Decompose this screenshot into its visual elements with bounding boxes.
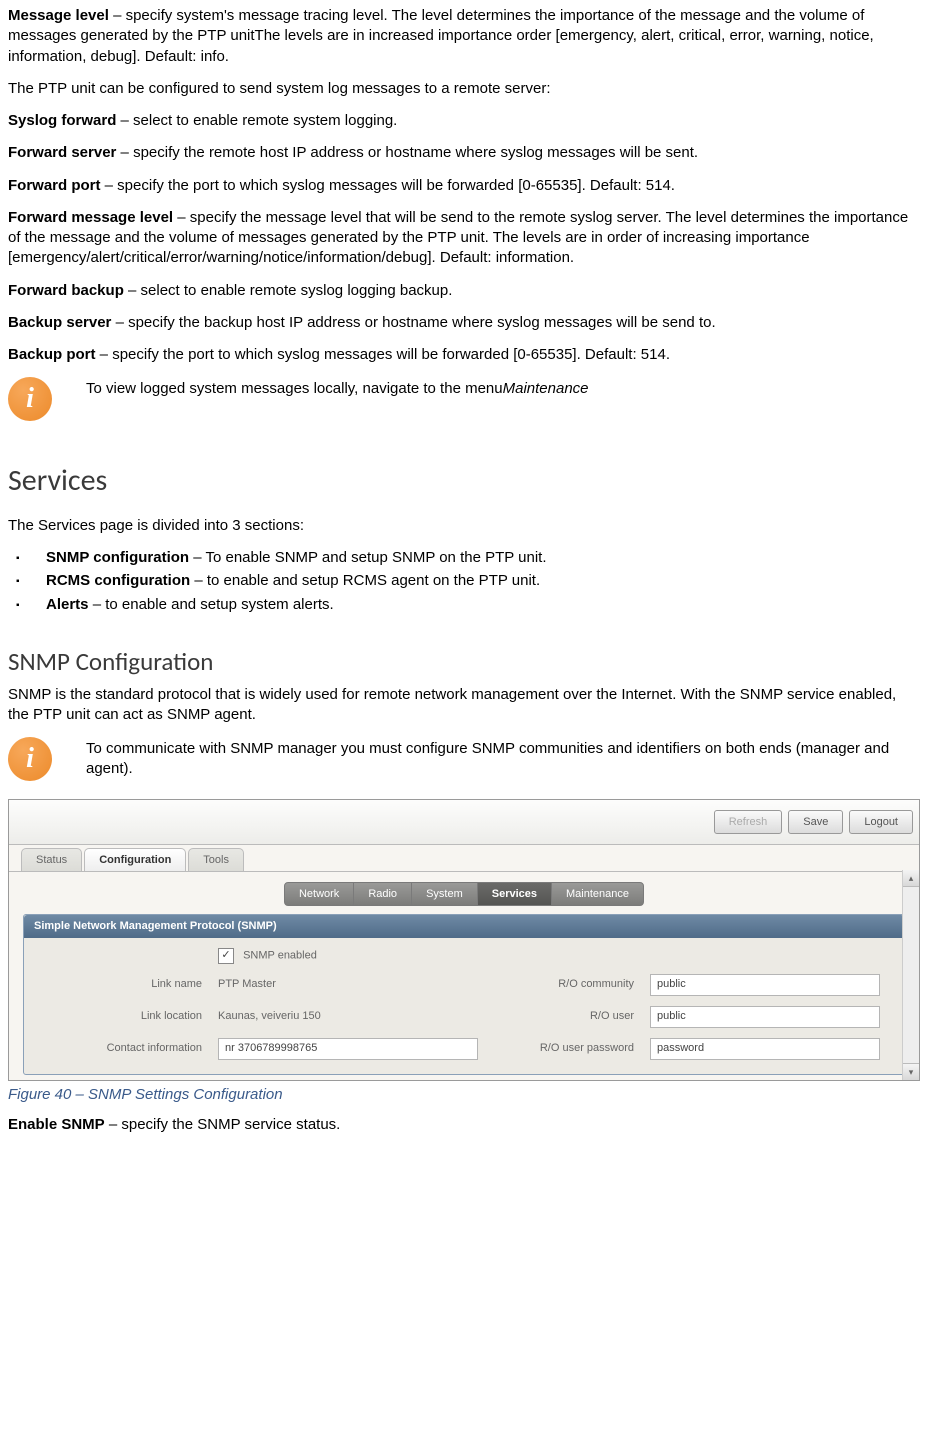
label-forward-server: Forward server <box>8 144 116 161</box>
services-intro: The Services page is divided into 3 sect… <box>8 516 920 536</box>
info-text-maintenance: To view logged system messages locally, … <box>86 377 920 399</box>
scrollbar[interactable]: ▴ ▾ <box>902 870 919 1080</box>
label-forward-port: Forward port <box>8 177 101 194</box>
para-enable-snmp: Enable SNMP – specify the SNMP service s… <box>8 1115 920 1135</box>
input-ro-user[interactable]: public <box>650 1006 880 1028</box>
subtab-services[interactable]: Services <box>477 882 552 906</box>
bullet-text-alerts: – to enable and setup system alerts. <box>89 596 334 613</box>
label-link-name: Link name <box>42 977 202 992</box>
value-link-name: PTP Master <box>218 977 478 992</box>
info-icon: i <box>8 737 52 781</box>
snmp-intro: SNMP is the standard protocol that is wi… <box>8 685 920 726</box>
text-backup-port: – specify the port to which syslog messa… <box>96 346 670 363</box>
para-forward-server: Forward server – specify the remote host… <box>8 143 920 163</box>
tab-status[interactable]: Status <box>21 848 82 871</box>
heading-services: Services <box>8 461 920 502</box>
input-ro-community[interactable]: public <box>650 974 880 996</box>
label-forward-backup: Forward backup <box>8 282 124 299</box>
bullet-text-rcms: – to enable and setup RCMS agent on the … <box>190 572 540 589</box>
tab-configuration[interactable]: Configuration <box>84 848 186 871</box>
label-ro-user-password: R/O user password <box>494 1041 634 1056</box>
snmp-enabled-row: ✓ SNMP enabled <box>218 948 478 964</box>
para-message-level: Message level – specify system's message… <box>8 6 920 67</box>
label-ro-user: R/O user <box>494 1009 634 1024</box>
subtab-radio[interactable]: Radio <box>353 882 412 906</box>
panel-body: ✓ SNMP enabled Link name PTP Master R/O … <box>24 938 904 1074</box>
label-link-location: Link location <box>42 1009 202 1024</box>
services-list: SNMP configuration – To enable SNMP and … <box>8 548 920 615</box>
list-item: Alerts – to enable and setup system aler… <box>8 595 920 615</box>
para-forward-backup: Forward backup – select to enable remote… <box>8 281 920 301</box>
para-intro-remote: The PTP unit can be configured to send s… <box>8 79 920 99</box>
snmp-enabled-label: SNMP enabled <box>243 949 317 961</box>
sub-tabs: Network Radio System Services Maintenanc… <box>9 872 919 914</box>
save-button[interactable]: Save <box>788 810 843 834</box>
bullet-text-snmp: – To enable SNMP and setup SNMP on the P… <box>189 549 546 566</box>
info-text-snmp: To communicate with SNMP manager you mus… <box>86 737 920 780</box>
list-item: SNMP configuration – To enable SNMP and … <box>8 548 920 568</box>
subtab-network[interactable]: Network <box>284 882 354 906</box>
logout-button[interactable]: Logout <box>849 810 913 834</box>
snmp-panel: Simple Network Management Protocol (SNMP… <box>23 914 905 1075</box>
label-contact-info: Contact information <box>42 1041 202 1056</box>
para-syslog-forward: Syslog forward – select to enable remote… <box>8 111 920 131</box>
para-backup-server: Backup server – specify the backup host … <box>8 313 920 333</box>
text-backup-server: – specify the backup host IP address or … <box>111 314 715 331</box>
info-pre: To view logged system messages locally, … <box>86 380 503 397</box>
subtab-system[interactable]: System <box>411 882 478 906</box>
info-block-snmp: i To communicate with SNMP manager you m… <box>8 737 920 781</box>
bullet-label-alerts: Alerts <box>46 596 89 613</box>
subtab-maintenance[interactable]: Maintenance <box>551 882 644 906</box>
para-forward-port: Forward port – specify the port to which… <box>8 176 920 196</box>
text-syslog-forward: – select to enable remote system logging… <box>116 112 397 129</box>
figure-caption: Figure 40 – SNMP Settings Configuration <box>8 1085 920 1105</box>
para-forward-msg-level: Forward message level – specify the mess… <box>8 208 920 269</box>
bullet-label-rcms: RCMS configuration <box>46 572 190 589</box>
tab-tools[interactable]: Tools <box>188 848 244 871</box>
toolbar: Refresh Save Logout <box>9 800 919 845</box>
panel-title: Simple Network Management Protocol (SNMP… <box>24 915 904 938</box>
text-forward-port: – specify the port to which syslog messa… <box>101 177 675 194</box>
label-enable-snmp: Enable SNMP <box>8 1116 105 1133</box>
info-icon: i <box>8 377 52 421</box>
text-forward-server: – specify the remote host IP address or … <box>116 144 698 161</box>
info-block-maintenance: i To view logged system messages locally… <box>8 377 920 421</box>
text-message-level: – specify system's message tracing level… <box>8 7 874 65</box>
input-contact-info[interactable]: nr 3706789998765 <box>218 1038 478 1060</box>
label-backup-port: Backup port <box>8 346 96 363</box>
heading-snmp-config: SNMP Configuration <box>8 645 920 679</box>
info-italic: Maintenance <box>503 380 589 397</box>
text-enable-snmp: – specify the SNMP service status. <box>105 1116 341 1133</box>
input-ro-user-password[interactable]: password <box>650 1038 880 1060</box>
bullet-label-snmp: SNMP configuration <box>46 549 189 566</box>
label-forward-msg-level: Forward message level <box>8 209 173 226</box>
form-grid: ✓ SNMP enabled Link name PTP Master R/O … <box>42 948 886 1060</box>
text-forward-backup: – select to enable remote syslog logging… <box>124 282 453 299</box>
label-syslog-forward: Syslog forward <box>8 112 116 129</box>
scroll-up-icon[interactable]: ▴ <box>903 870 919 887</box>
snmp-enabled-checkbox[interactable]: ✓ <box>218 948 234 964</box>
refresh-button[interactable]: Refresh <box>714 810 783 834</box>
value-link-location: Kaunas, veiveriu 150 <box>218 1009 478 1024</box>
label-message-level: Message level <box>8 7 109 24</box>
snmp-screenshot: Refresh Save Logout Status Configuration… <box>8 799 920 1081</box>
para-backup-port: Backup port – specify the port to which … <box>8 345 920 365</box>
scroll-down-icon[interactable]: ▾ <box>903 1063 919 1080</box>
label-ro-community: R/O community <box>494 977 634 992</box>
list-item: RCMS configuration – to enable and setup… <box>8 571 920 591</box>
label-backup-server: Backup server <box>8 314 111 331</box>
main-tabs: Status Configuration Tools <box>9 845 919 872</box>
